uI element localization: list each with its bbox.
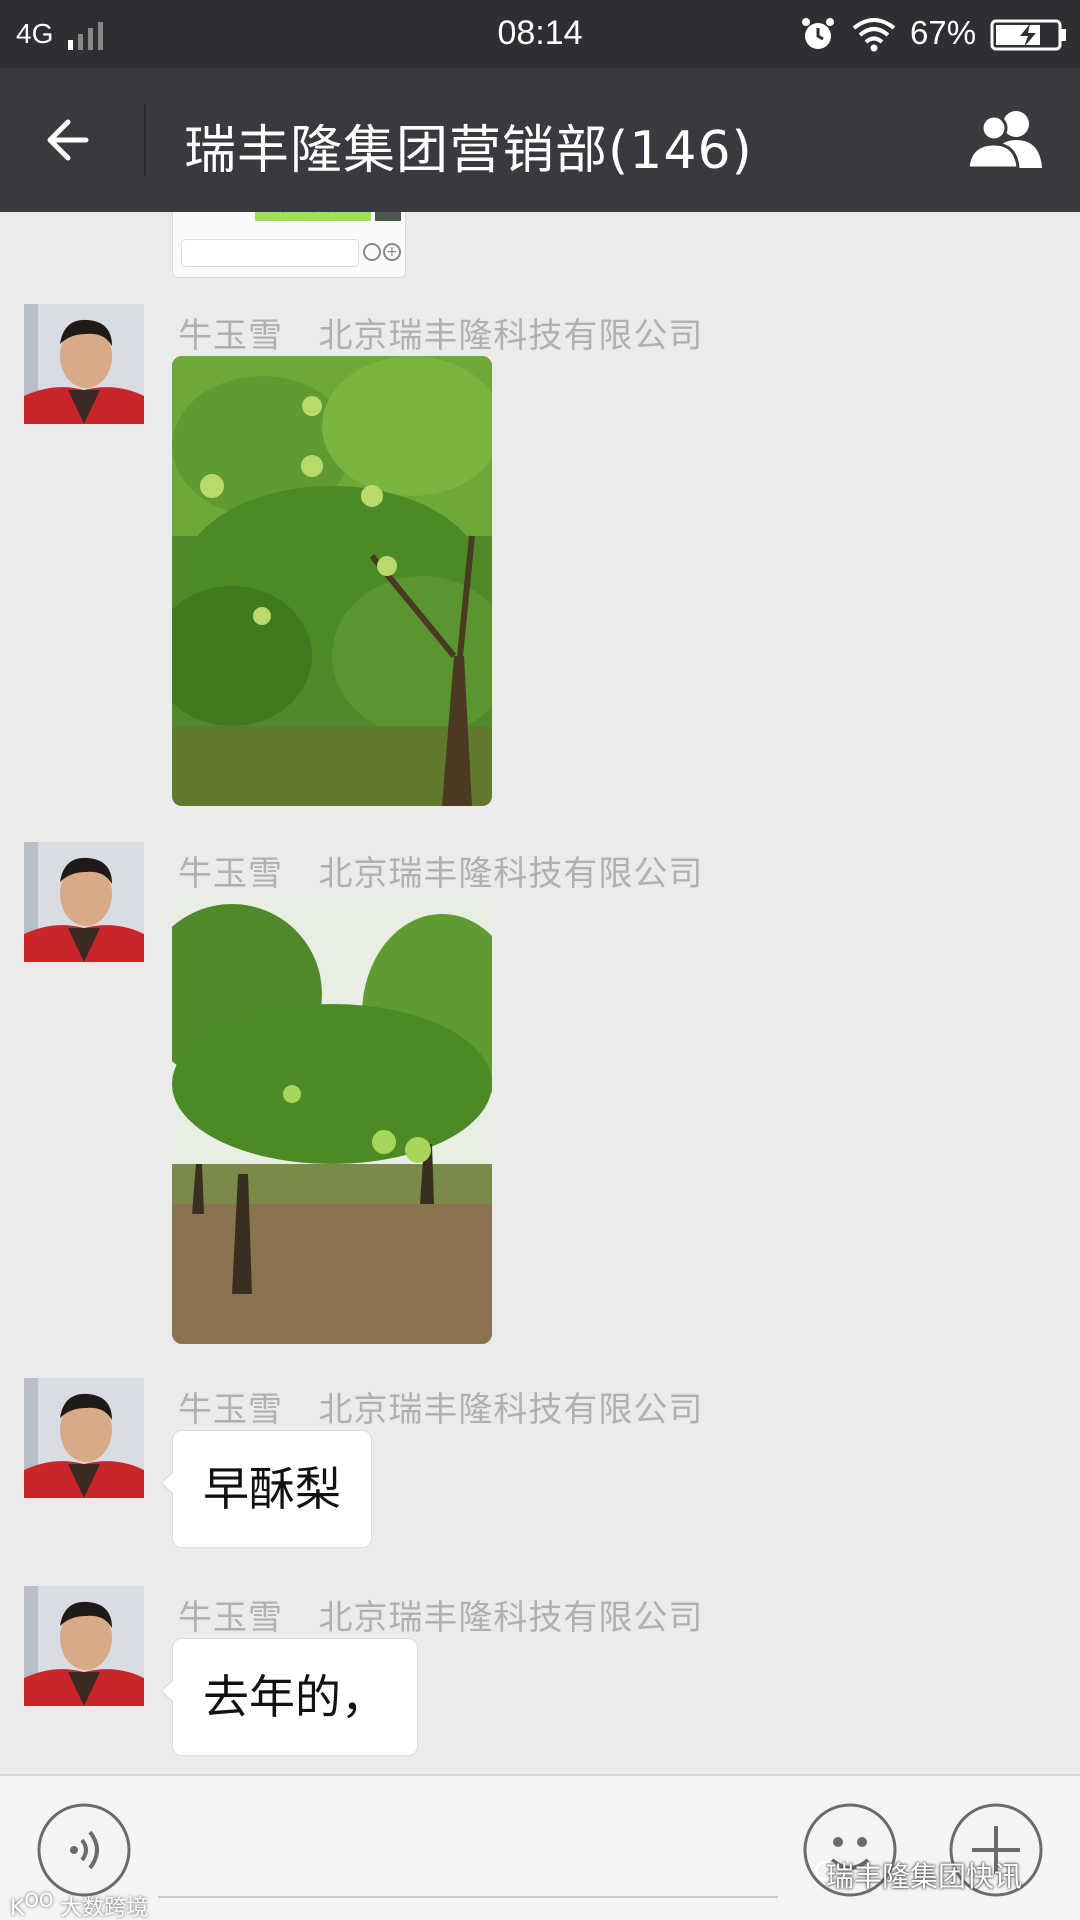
avatar[interactable] (24, 1378, 144, 1498)
sender-line: 牛玉雪 北京瑞丰隆科技有限公司 (178, 1382, 703, 1431)
wifi-icon (852, 18, 896, 52)
message-input[interactable] (158, 1896, 778, 1898)
back-arrow-icon[interactable] (42, 110, 102, 170)
preview-emoji-icon (363, 243, 381, 261)
chat-title: 瑞丰隆集团营销部(146) (184, 121, 753, 181)
sender-name: 牛玉雪 (178, 1390, 283, 1430)
preview-snippet-text: 是，也不言被素 (255, 212, 371, 221)
group-members-icon[interactable] (964, 108, 1050, 170)
battery-percent: 67% (910, 14, 977, 51)
alarm-icon (802, 18, 834, 49)
preview-input (181, 239, 359, 267)
preview-avatar (375, 212, 401, 221)
sender-company: 北京瑞丰隆科技有限公司 (318, 854, 704, 894)
watermark-right: 瑞丰隆集团快讯 (826, 1860, 1023, 1893)
sender-company: 北京瑞丰隆科技有限公司 (318, 1598, 704, 1638)
watermark-left: KOO 大数跨境 (10, 1890, 149, 1920)
sender-company: 北京瑞丰隆科技有限公司 (318, 1390, 704, 1430)
avatar[interactable] (24, 842, 144, 962)
input-bar (0, 1774, 1080, 1920)
preview-plus-icon: + (383, 243, 401, 261)
sender-name: 牛玉雪 (178, 854, 283, 894)
sender-line: 牛玉雪 北京瑞丰隆科技有限公司 (178, 846, 703, 895)
voice-icon[interactable] (36, 1802, 132, 1898)
message-list[interactable]: 是，也不言被素 + 牛玉雪 北京瑞丰隆科技有限公司 (0, 212, 1080, 1774)
avatar[interactable] (24, 1586, 144, 1706)
watermark-left-text: 大数跨境 (60, 1896, 149, 1920)
message-bubble[interactable]: 去年的， (160, 1638, 418, 1756)
pear-tree-photo[interactable] (172, 356, 492, 806)
sender-line: 牛玉雪 北京瑞丰隆科技有限公司 (178, 308, 703, 357)
message-bubble[interactable]: 早酥梨 (160, 1430, 372, 1548)
sender-company: 北京瑞丰隆科技有限公司 (318, 316, 704, 356)
header-divider (144, 104, 146, 176)
battery-charging-icon (990, 19, 1066, 51)
sender-line: 牛玉雪 北京瑞丰隆科技有限公司 (178, 1590, 703, 1639)
chat-header: 瑞丰隆集团营销部(146) (0, 68, 1080, 212)
status-bar: 4G 08:14 67% (0, 0, 1080, 68)
sender-name: 牛玉雪 (178, 1598, 283, 1638)
orchard-photo[interactable] (172, 894, 492, 1344)
previous-screenshot-image[interactable]: 是，也不言被素 + (172, 212, 406, 278)
sender-name: 牛玉雪 (178, 316, 283, 356)
avatar[interactable] (24, 304, 144, 424)
